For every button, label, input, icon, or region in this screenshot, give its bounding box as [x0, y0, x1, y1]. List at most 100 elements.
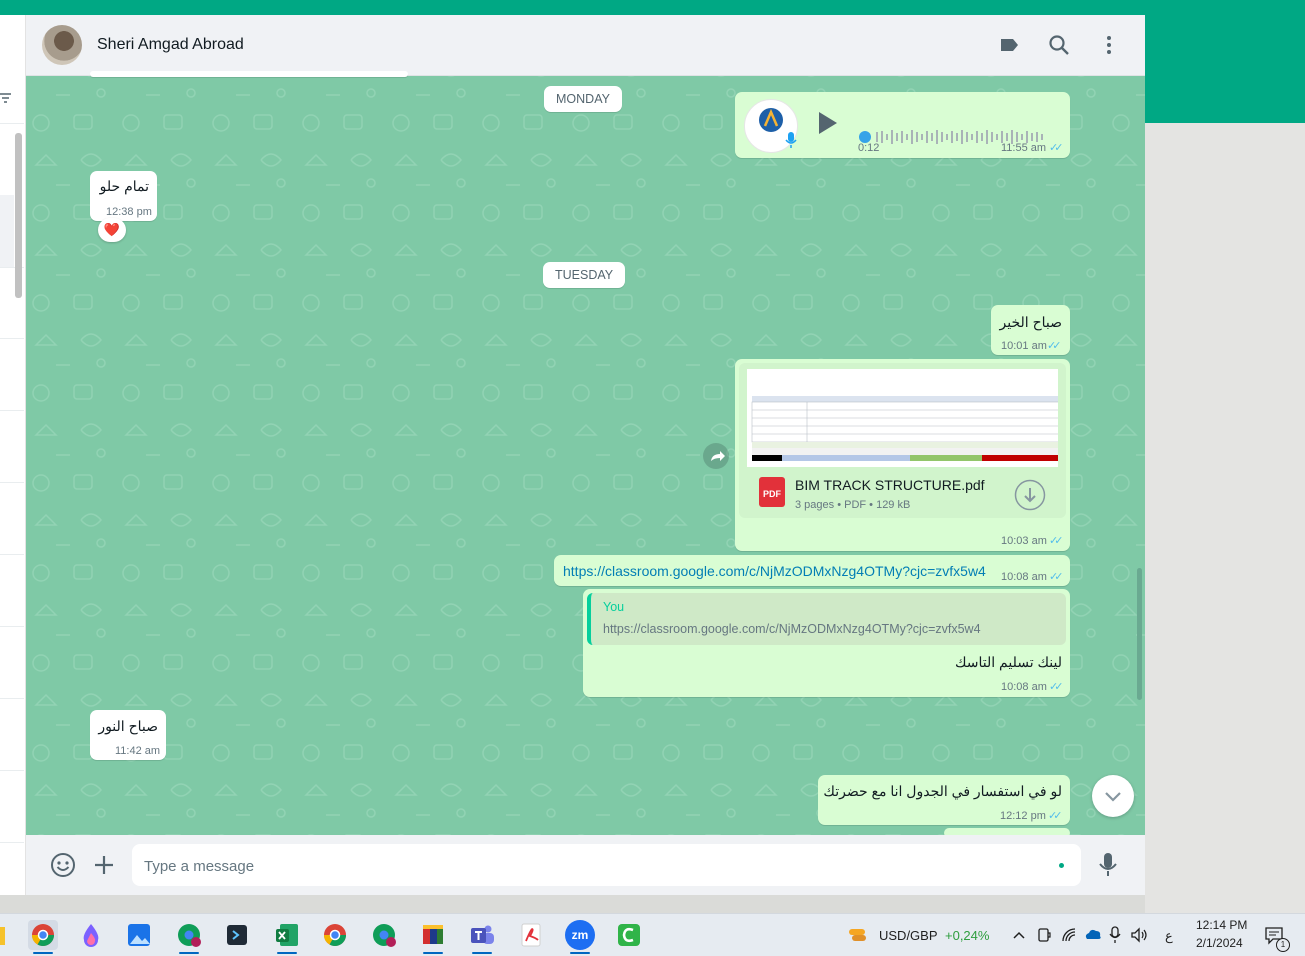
forward-icon	[711, 451, 725, 461]
chat-header[interactable]: Sheri Amgad Abroad	[26, 15, 1145, 76]
chrome-work-logo	[373, 924, 396, 947]
chrome-logo	[324, 924, 346, 946]
windows-taskbar: zm USD/GBP +0,24% ع 12:14 PM 2/1/2024 1	[0, 913, 1305, 956]
message-input[interactable]	[142, 844, 1046, 888]
clock-time[interactable]: 12:14 PM	[1196, 918, 1247, 932]
more-vertical-icon[interactable]	[1097, 33, 1121, 57]
message-time: 10:03 am	[1001, 535, 1047, 547]
outgoing-message[interactable]: صباح الخير 10:01 am ✓✓	[991, 305, 1070, 355]
message-text: صباح النور	[98, 718, 158, 734]
message-text: لو في استفسار في الجدول انا مع حضرتك	[823, 783, 1062, 799]
input-language[interactable]: ع	[1165, 928, 1173, 944]
read-ticks-icon: ✓✓	[1049, 142, 1064, 154]
search-icon[interactable]	[1047, 33, 1071, 57]
document-card[interactable]: PDF BIM TRACK STRUCTURE.pdf 3 pages • PD…	[739, 363, 1066, 518]
message-time: 10:01 am	[1001, 340, 1047, 352]
clock-date[interactable]: 2/1/2024	[1196, 936, 1243, 950]
reaction-heart[interactable]: ❤️	[98, 218, 126, 242]
read-ticks-icon: ✓✓	[1049, 681, 1064, 693]
pdf-icon: PDF	[759, 477, 785, 507]
incoming-message[interactable]: صباح النور 11:42 am	[90, 710, 166, 760]
microphone-icon[interactable]	[1098, 852, 1118, 878]
chrome-icon[interactable]	[28, 920, 58, 950]
volume-icon[interactable]	[1130, 927, 1148, 943]
document-meta: 3 pages • PDF • 129 kB	[795, 499, 911, 511]
quoted-message[interactable]: You https://classroom.google.com/c/NjMzO…	[587, 593, 1066, 645]
message-bubble-partial[interactable]	[90, 71, 408, 77]
emoji-icon[interactable]	[50, 852, 76, 878]
date-divider-tuesday: TUESDAY	[543, 262, 626, 288]
onedrive-icon[interactable]	[1084, 927, 1102, 943]
zoom-icon[interactable]: zm	[565, 920, 595, 950]
chevron-up-icon[interactable]	[1012, 928, 1026, 942]
mic-badge-icon	[785, 132, 797, 148]
scroll-to-bottom-button[interactable]	[1092, 775, 1134, 817]
document-preview[interactable]	[747, 369, 1058, 467]
photos-logo	[128, 924, 150, 946]
device-icon[interactable]	[1036, 926, 1052, 944]
document-filename[interactable]: BIM TRACK STRUCTURE.pdf	[795, 477, 985, 493]
currency-widget-icon[interactable]	[846, 923, 870, 947]
attach-plus-icon[interactable]	[93, 854, 115, 876]
chrome-icon[interactable]	[320, 920, 350, 950]
chrome-work-icon[interactable]	[174, 920, 204, 950]
running-app-indicator	[570, 952, 590, 954]
message-input-box[interactable]	[132, 844, 1081, 888]
running-app-indicator	[179, 952, 199, 954]
read-ticks-icon: ✓✓	[1048, 810, 1063, 822]
currency-change: +0,24%	[945, 928, 990, 943]
microphone-tray-icon[interactable]	[1109, 926, 1121, 944]
currency-pair[interactable]: USD/GBP	[879, 928, 938, 943]
wifi-icon[interactable]	[1061, 927, 1077, 943]
app-background-header	[1145, 15, 1305, 123]
chrome-logo	[32, 924, 54, 946]
window-top-strip	[0, 0, 1305, 15]
message-link[interactable]: https://classroom.google.com/c/NjMzODMxN…	[563, 563, 986, 579]
document-message[interactable]: PDF BIM TRACK STRUCTURE.pdf 3 pages • PD…	[735, 359, 1070, 551]
taskbar-edge-item[interactable]	[0, 927, 5, 945]
message-time: 10:08 am	[1001, 571, 1047, 583]
terminal-icon[interactable]	[222, 920, 252, 950]
chat-scrollbar[interactable]	[1137, 568, 1142, 700]
acrobat-logo	[521, 923, 541, 947]
teams-icon[interactable]	[467, 920, 497, 950]
terminal-logo	[227, 925, 247, 945]
message-time: 11:42 am	[115, 745, 161, 757]
voice-message[interactable]: 0:12 11:55 am ✓✓	[735, 92, 1070, 158]
filter-icon[interactable]	[0, 92, 12, 104]
acrobat-icon[interactable]	[516, 920, 546, 950]
contact-avatar[interactable]	[42, 25, 82, 65]
message-text: لينك تسليم التاسك	[954, 654, 1062, 670]
running-app-indicator	[277, 952, 297, 954]
excel-icon[interactable]	[272, 920, 302, 950]
read-ticks-icon: ✓✓	[1049, 535, 1064, 547]
chrome-work-icon[interactable]	[369, 920, 399, 950]
app-background	[1145, 123, 1305, 913]
contact-name[interactable]: Sheri Amgad Abroad	[97, 36, 244, 54]
message-time: 11:55 am	[1001, 142, 1047, 154]
forward-button[interactable]	[703, 443, 729, 469]
conversation-panel: Sheri Amgad Abroad MONDAY 0:12 11:55 am …	[26, 15, 1145, 895]
outgoing-message[interactable]: لو في استفسار في الجدول انا مع حضرتك 12:…	[818, 775, 1070, 825]
chrome-work-logo	[178, 924, 201, 947]
message-text: تمام حلو	[99, 178, 149, 194]
reply-message[interactable]: You https://classroom.google.com/c/NjMzO…	[583, 589, 1070, 697]
notification-count-badge: 1	[1276, 938, 1290, 952]
photos-icon[interactable]	[124, 920, 154, 950]
running-app-indicator	[423, 952, 443, 954]
archive-icon[interactable]	[418, 920, 448, 950]
chat-list-selected-item[interactable]	[0, 195, 14, 267]
incoming-message[interactable]: تمام حلو 12:38 pm	[90, 171, 157, 221]
link-message[interactable]: https://classroom.google.com/c/NjMzODMxN…	[554, 555, 1070, 586]
camtasia-logo	[618, 924, 640, 946]
play-icon[interactable]	[815, 110, 839, 136]
label-icon[interactable]	[997, 33, 1021, 57]
document-info[interactable]: PDF BIM TRACK STRUCTURE.pdf 3 pages • PD…	[747, 467, 1058, 514]
camtasia-icon[interactable]	[614, 920, 644, 950]
chat-list-scrollbar[interactable]	[15, 133, 22, 298]
chat-list-panel	[0, 15, 26, 895]
drop-logo	[83, 924, 99, 947]
message-time: 12:38 pm	[106, 206, 152, 218]
paint-drop-icon[interactable]	[76, 920, 106, 950]
download-icon[interactable]	[1014, 479, 1046, 511]
